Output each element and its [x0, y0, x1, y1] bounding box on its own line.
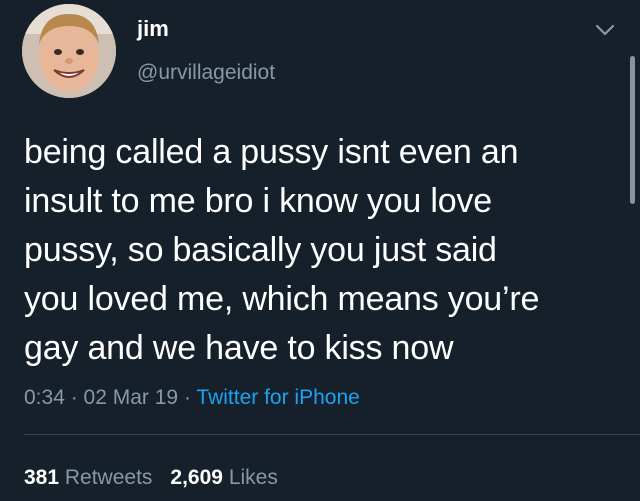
retweets-count: 381	[24, 466, 60, 489]
likes-label: Likes	[222, 466, 278, 489]
tweet-stats: 381 Retweets 2,609 Likes	[24, 464, 278, 492]
tweet-text: being called a pussy isnt even an insult…	[24, 133, 540, 367]
tweet-card: jim @urvillageidiot being called a pussy…	[0, 0, 640, 501]
retweets-label: Retweets	[59, 466, 153, 489]
tweet-time: 0:34	[24, 386, 65, 409]
divider	[24, 434, 640, 435]
chevron-down-icon[interactable]	[594, 22, 616, 38]
display-name[interactable]: jim	[137, 16, 169, 42]
user-handle[interactable]: @urvillageidiot	[137, 60, 275, 86]
likes-stat[interactable]: 2,609 Likes	[170, 466, 277, 489]
avatar[interactable]	[22, 4, 116, 98]
tweet-date[interactable]: 02 Mar 19	[84, 386, 179, 409]
tweet-source-link[interactable]: Twitter for iPhone	[196, 386, 359, 409]
meta-separator: ·	[178, 386, 197, 409]
retweets-stat[interactable]: 381 Retweets	[24, 466, 152, 489]
scrollbar[interactable]	[630, 56, 635, 204]
avatar-photo-icon	[22, 4, 116, 98]
meta-separator: ·	[64, 386, 84, 409]
tweet-meta: 0:34 · 02 Mar 19 · Twitter for iPhone	[24, 384, 360, 412]
likes-count: 2,609	[170, 466, 223, 489]
